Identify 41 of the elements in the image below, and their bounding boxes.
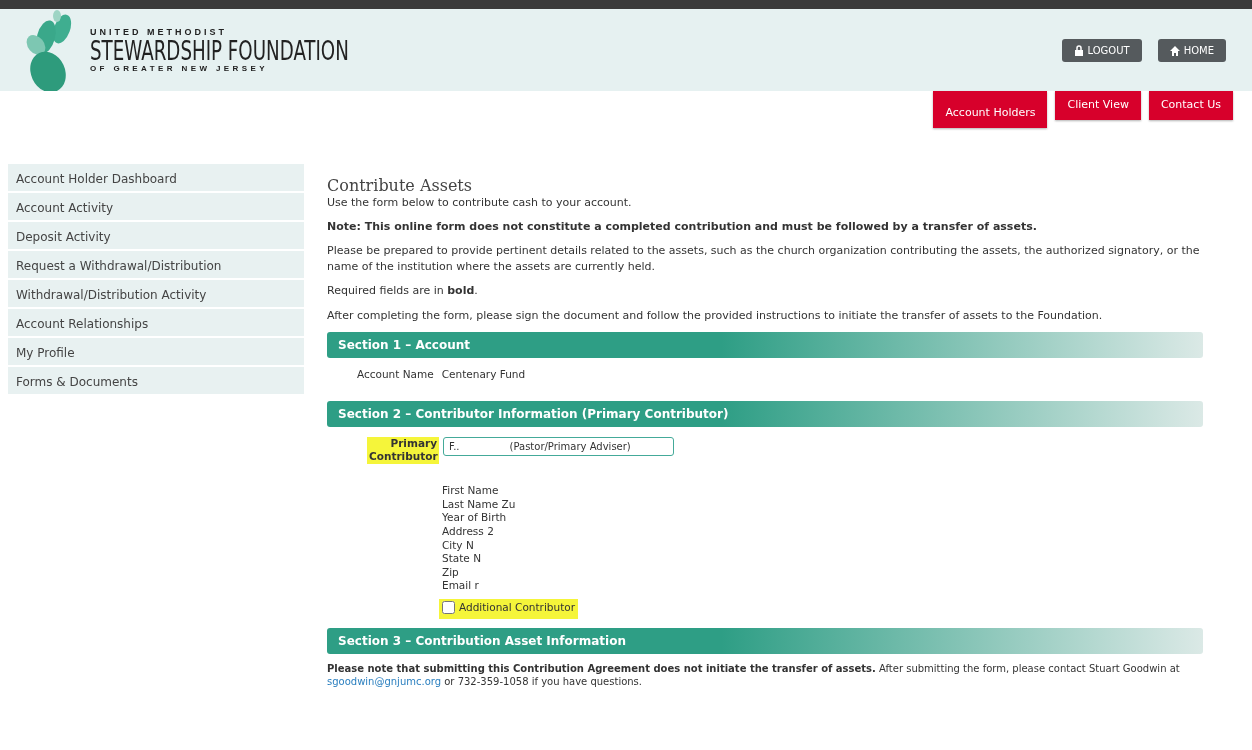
checkbox[interactable] xyxy=(442,601,455,615)
field-label: Account Name xyxy=(357,368,434,382)
detail-line: Last Name Zu xyxy=(442,497,517,512)
detail-line: City N xyxy=(442,538,475,553)
required-text: Required fields are in bold. xyxy=(327,283,479,299)
page-title: Contribute Assets xyxy=(327,175,473,195)
logo-text: UNITED METHODIST STEWARDSHIP FOUNDATION OF GREATER NEW JERSEY xyxy=(90,27,350,73)
field-value: Centenary Fund xyxy=(441,368,526,382)
field-label: Primary Contributor xyxy=(367,436,439,464)
header-button[interactable]: LOGOUT xyxy=(1061,38,1142,62)
sidebar-item[interactable]: My Profile xyxy=(8,337,304,367)
detail-line: Email r xyxy=(442,579,480,594)
sidebar-item[interactable]: Account Relationships xyxy=(8,308,304,338)
sidebar-item[interactable]: Account Activity xyxy=(8,192,304,222)
instructions-text: After completing the form, please sign the document and follow the provided instructions to initiate the transfer of assets to the Foundation. xyxy=(327,307,1104,324)
detail-line: Zip xyxy=(442,565,460,580)
detail-line: Year of Birth xyxy=(442,511,508,525)
detail-line: First Name xyxy=(442,483,500,498)
sidebar-item[interactable]: Account Holder Dashboard xyxy=(8,163,304,193)
note-paragraph: Please note that submitting this Contribution Agreement does not initiate the transfer of assets. After submitting the form, please contact Stuart Goodwin at sgoodwin@gnjumc.org or 732-359-1058 if you have questions. xyxy=(327,662,1181,689)
intro-text: Use the form below to contribute cash to your account. xyxy=(327,194,633,211)
instructions-text: Please be prepared to provide pertinent details related to the assets, such as the church organization contributing the assets, the authorized signatory, or the name of the institution where the assets are currently held. xyxy=(327,243,1201,275)
leaf-logo-icon xyxy=(24,9,74,91)
section-header: Section 2 – Contributor Information (Primary Contributor) xyxy=(327,400,1203,427)
sidebar-item[interactable]: Request a Withdrawal/Distribution xyxy=(8,250,304,280)
section-header: Section 1 – Account xyxy=(327,332,1203,359)
header-button[interactable]: HOME xyxy=(1157,38,1226,62)
select-field[interactable]: F.. (Pastor/Primary Adviser) xyxy=(443,436,674,456)
sidebar-item[interactable]: Deposit Activity xyxy=(8,221,304,251)
section-header: Section 3 – Contribution Asset Information xyxy=(327,628,1203,655)
email-link[interactable]: sgoodwin@gnjumc.org xyxy=(327,676,442,688)
nav-tab[interactable]: Client View xyxy=(1055,91,1141,120)
home-icon xyxy=(1169,44,1180,56)
sidebar-item[interactable]: Forms & Documents xyxy=(8,366,304,396)
sidebar-item[interactable]: Withdrawal/Distribution Activity xyxy=(8,279,304,309)
detail-line: State N xyxy=(442,552,482,566)
lock-icon xyxy=(1073,44,1084,56)
detail-line: Address 2 xyxy=(442,524,495,539)
nav-tab[interactable]: Account Holders xyxy=(933,91,1048,128)
note-text: Note: This online form does not constitute a completed contribution and must be followed by a transfer of assets. xyxy=(327,219,1038,235)
nav-tab[interactable]: Contact Us xyxy=(1148,91,1233,120)
